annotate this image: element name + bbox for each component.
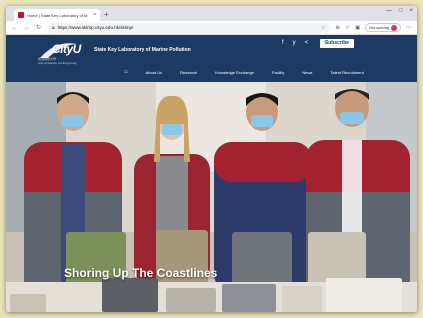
hero-headline[interactable]: Shoring Up The Coastlines	[64, 266, 217, 280]
back-icon[interactable]: ←	[11, 25, 18, 31]
url-text[interactable]: https://www.sklmp.cityu.edu.hk/sklmp/	[58, 25, 134, 30]
reload-icon[interactable]: ↻	[35, 24, 42, 31]
browser-tab[interactable]: Home | State Key Laboratory of M ×	[14, 9, 100, 21]
youtube-icon[interactable]: y	[293, 40, 296, 46]
subscribe-button[interactable]: Subscribe	[320, 39, 354, 48]
cityu-logo[interactable]: CityU 香港城市大學 City University of Hong Kon…	[38, 40, 81, 70]
browser-toolbar: ← → ↻ 🔒︎ https://www.sklmp.cityu.edu.hk/…	[6, 21, 417, 35]
nav-about-us[interactable]: About Us	[146, 70, 162, 75]
new-tab-button[interactable]: +	[104, 9, 109, 21]
sync-label: Not syncing	[369, 25, 389, 30]
home-icon[interactable]: ⌂	[124, 69, 128, 75]
lab-title[interactable]: State Key Laboratory of Marine Pollution	[94, 47, 191, 53]
nav-facility[interactable]: Facility	[272, 70, 284, 75]
share-icon[interactable]: <	[305, 40, 309, 46]
close-window-button[interactable]: ×	[409, 8, 413, 14]
nav-research[interactable]: Research	[180, 70, 197, 75]
social-links: f y <	[282, 40, 308, 46]
favicon-icon	[18, 12, 24, 18]
tab-strip: Home | State Key Laboratory of M × + — □…	[6, 6, 417, 21]
tab-close-icon[interactable]: ×	[93, 12, 96, 18]
hero-banner[interactable]: Shoring Up The Coastlines	[6, 82, 417, 312]
extensions-icon[interactable]: ⊕	[335, 25, 340, 31]
window-controls: — □ ×	[386, 8, 413, 14]
site-header: CityU 香港城市大學 City University of Hong Kon…	[6, 35, 417, 82]
seawall-tile-3	[232, 232, 292, 288]
maximize-button[interactable]: □	[399, 8, 403, 14]
menu-icon[interactable]: ⋯	[406, 24, 412, 31]
main-nav: ⌂ About Us Research Knowledge Exchange F…	[124, 69, 364, 75]
logo-english-name: City University of Hong Kong	[38, 61, 77, 65]
avatar	[391, 24, 397, 31]
nav-news[interactable]: News	[302, 70, 312, 75]
address-bar[interactable]: 🔒︎ https://www.sklmp.cityu.edu.hk/sklmp/…	[47, 22, 331, 33]
nav-knowledge-exchange[interactable]: Knowledge Exchange	[215, 70, 254, 75]
facebook-icon[interactable]: f	[282, 40, 284, 46]
tab-title: Home | State Key Laboratory of M	[27, 12, 88, 18]
minimize-button[interactable]: —	[386, 8, 392, 14]
forward-icon[interactable]: →	[23, 25, 30, 31]
collections-icon[interactable]: ▣	[355, 25, 360, 31]
lock-icon[interactable]: 🔒︎	[52, 25, 55, 31]
logo-text: CityU	[52, 42, 81, 56]
favorites-icon[interactable]: ☆	[345, 25, 350, 31]
nav-talent-recruitment[interactable]: Talent Recruitment	[330, 70, 363, 75]
profile-button[interactable]: Not syncing	[365, 23, 401, 32]
star-icon[interactable]: ☆	[321, 25, 325, 31]
browser-window: Home | State Key Laboratory of M × + — □…	[6, 6, 417, 312]
seawall-tile-4	[308, 232, 366, 284]
